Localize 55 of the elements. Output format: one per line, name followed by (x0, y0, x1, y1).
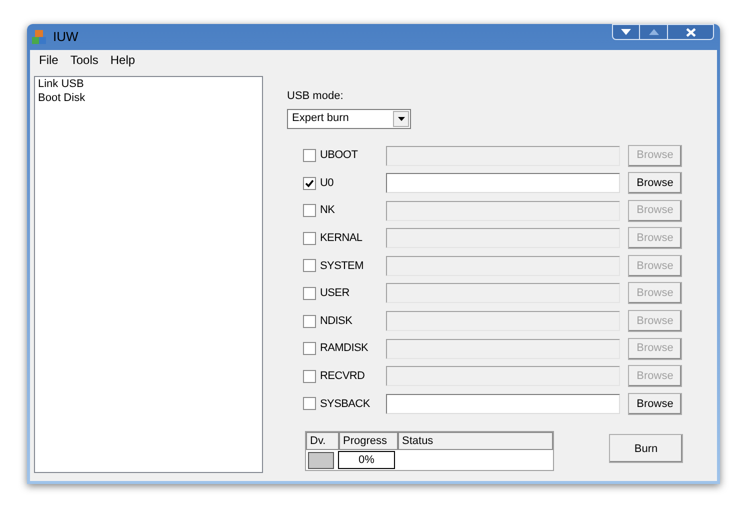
maximize-icon (648, 29, 658, 35)
path-field[interactable] (386, 366, 620, 386)
column-header[interactable]: Dv. (306, 432, 339, 450)
close-icon (686, 28, 696, 36)
path-field[interactable] (386, 173, 620, 194)
checkmark-icon (305, 178, 314, 188)
minimize-icon (621, 29, 631, 35)
browse-button[interactable]: Browse (628, 172, 682, 194)
list-item[interactable]: Link USB (38, 77, 84, 91)
menu-item[interactable]: Tools (64, 51, 104, 69)
path-field[interactable] (386, 338, 620, 359)
column-header[interactable]: Progress (339, 432, 398, 450)
burn-button[interactable]: Burn (609, 434, 683, 464)
path-field[interactable] (386, 311, 620, 332)
checkbox-label: SYSBACK (320, 396, 371, 412)
checkbox-label: UBOOT (320, 148, 359, 164)
usb-mode-dropdown[interactable]: Expert burn (287, 108, 411, 128)
column-header[interactable]: Status (398, 432, 553, 450)
browse-button[interactable]: Browse (628, 392, 682, 415)
path-field[interactable] (386, 256, 620, 276)
checkbox-label: U0 (320, 176, 334, 191)
progress-cell: 0% (338, 451, 395, 470)
path-field[interactable] (386, 228, 620, 248)
device-indicator (308, 452, 334, 469)
checkbox[interactable] (303, 286, 316, 300)
checkbox[interactable] (303, 176, 316, 190)
path-field[interactable] (386, 146, 620, 166)
path-field[interactable] (386, 283, 620, 304)
app-icon (31, 29, 47, 45)
checkbox-label: NDISK (320, 314, 354, 329)
menu-item[interactable]: File (33, 51, 64, 69)
dropdown-arrow-icon (398, 116, 404, 120)
maximize-button[interactable] (640, 24, 668, 40)
close-button[interactable] (668, 24, 714, 40)
checkbox[interactable] (303, 149, 316, 162)
window-title: IUW (53, 28, 78, 46)
checkbox[interactable] (303, 342, 316, 356)
checkbox-label: NK (320, 203, 336, 218)
checkbox[interactable] (303, 232, 316, 245)
menu-item[interactable]: Help (104, 51, 142, 69)
usb-mode-label: USB mode: (287, 89, 344, 104)
minimize-button[interactable] (612, 24, 640, 40)
path-field[interactable] (386, 394, 620, 414)
checkbox[interactable] (303, 370, 316, 383)
checkbox-label: RECVRD (320, 369, 366, 384)
checkbox-label: USER (320, 286, 350, 302)
checkbox[interactable] (303, 397, 316, 410)
path-field[interactable] (386, 200, 620, 221)
checkbox-label: RAMDISK (320, 341, 370, 356)
checkbox-label: KERNAL (320, 231, 364, 246)
checkbox[interactable] (303, 204, 316, 218)
checkbox-label: SYSTEM (320, 258, 364, 274)
checkbox[interactable] (303, 314, 316, 328)
checkbox[interactable] (303, 259, 316, 272)
list-item[interactable]: Boot Disk (38, 91, 86, 105)
